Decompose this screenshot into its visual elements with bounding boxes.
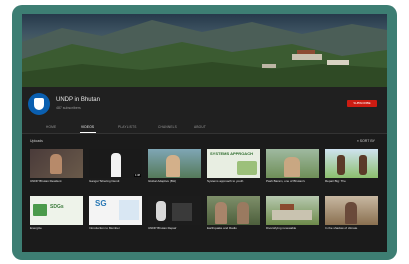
video-duration: 1:38 — [133, 174, 141, 177]
channel-banner — [22, 14, 387, 87]
video-thumbnail[interactable] — [266, 149, 319, 178]
video-title[interactable]: In the shadow of climate — [325, 227, 378, 231]
video-thumbnail[interactable] — [325, 196, 378, 225]
thumbnail-caption: SG — [95, 199, 107, 208]
thumbnail-caption: SDGs — [50, 204, 64, 210]
sort-by-label: SORT BY — [359, 139, 375, 143]
video-title[interactable]: Pash Baram, one of Bhutan's — [266, 180, 319, 184]
active-tab-indicator — [80, 132, 96, 133]
mountain-banner-image — [22, 20, 387, 87]
channel-tabs: HOME VIDEOS PLAYLISTS CHANNELS ABOUT — [22, 122, 387, 134]
device-frame: UNDP in Bhutan 487 subscribers SUBSCRIBE… — [12, 5, 397, 260]
thumbnail-caption: SYSTEMS APPROACH — [210, 151, 253, 156]
video-thumbnail[interactable] — [148, 196, 201, 225]
subscriber-count: 487 subscribers — [56, 106, 81, 110]
youtube-channel-page: UNDP in Bhutan 487 subscribers SUBSCRIBE… — [22, 14, 387, 252]
video-title[interactable]: UNDP Bhutan Repair — [148, 227, 201, 231]
video-thumbnail[interactable]: SDGs — [30, 196, 83, 225]
video-title[interactable]: Repair Big: The — [325, 180, 378, 184]
video-thumbnail[interactable] — [207, 196, 260, 225]
tab-playlists[interactable]: PLAYLISTS — [118, 125, 137, 129]
tab-videos[interactable]: VIDEOS — [81, 125, 94, 129]
channel-header: UNDP in Bhutan 487 subscribers SUBSCRIBE — [22, 87, 387, 122]
video-title[interactable]: Earthquake and Radio — [207, 227, 260, 231]
video-thumbnail[interactable] — [148, 149, 201, 178]
channel-avatar[interactable] — [28, 93, 50, 115]
video-thumbnail[interactable]: SG — [89, 196, 142, 225]
video-thumbnail[interactable] — [325, 149, 378, 178]
video-title[interactable]: Introduction to Member — [89, 227, 142, 231]
video-title[interactable]: Gangsi Tshering Dendi — [89, 180, 142, 184]
subscribe-button[interactable]: SUBSCRIBE — [347, 100, 377, 107]
tab-home[interactable]: HOME — [46, 125, 56, 129]
video-thumbnail[interactable] — [266, 196, 319, 225]
video-thumbnail[interactable]: 1:38 — [89, 149, 142, 178]
video-title[interactable]: Diversifying renewable — [266, 227, 319, 231]
channel-name: UNDP in Bhutan — [56, 97, 100, 103]
tab-channels[interactable]: CHANNELS — [158, 125, 177, 129]
video-title[interactable]: UNDP Bhutan Resident — [30, 180, 83, 184]
sort-by-button[interactable]: ≡ SORT BY — [357, 139, 375, 143]
video-title[interactable]: Systems approach to youth — [207, 180, 260, 184]
undp-logo-icon — [34, 98, 44, 110]
video-thumbnail[interactable] — [30, 149, 83, 178]
uploads-heading: Uploads — [30, 139, 43, 143]
video-title[interactable]: Global Adaptive (BH) — [148, 180, 201, 184]
video-thumbnail[interactable]: SYSTEMS APPROACH — [207, 149, 260, 178]
tab-about[interactable]: ABOUT — [194, 125, 206, 129]
video-title[interactable]: Energize — [30, 227, 83, 231]
